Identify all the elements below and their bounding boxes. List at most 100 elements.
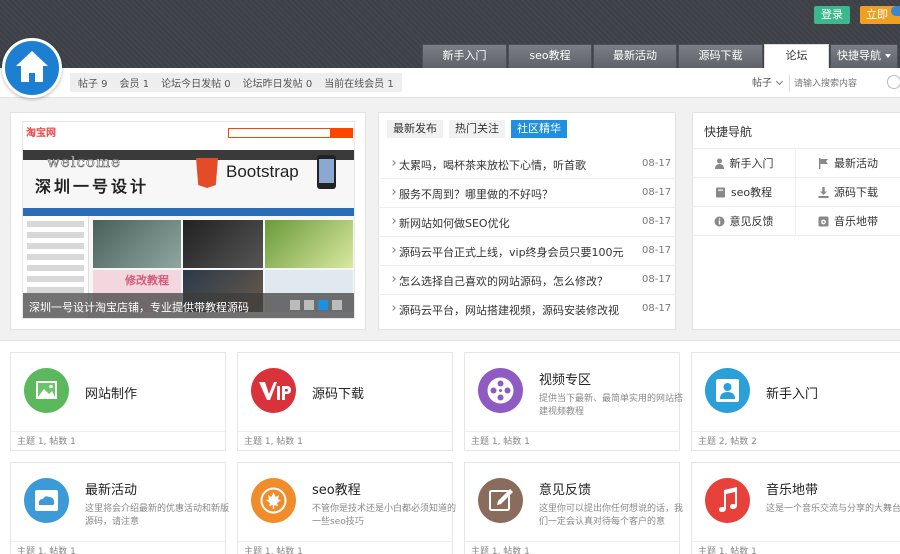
slide-title: 深圳一号设计	[35, 177, 150, 196]
slide-mock-header: 淘宝网	[23, 122, 354, 150]
news-title[interactable]: 太累吗，喝杯茶来放松下心情，听首歌	[399, 157, 624, 173]
news-item[interactable]: 源码云平台，网站搭建视频，源码安装修改视 08-17	[378, 295, 676, 324]
quicknav-label: 源码下载	[834, 186, 878, 199]
quicknav-download[interactable]: 源码下载	[796, 178, 900, 206]
search-button[interactable]	[887, 75, 900, 89]
forum-name[interactable]: 意见反馈	[539, 479, 591, 498]
quicknav-newbie[interactable]: 新手入门	[692, 149, 796, 177]
news-title[interactable]: 怎么选择自己喜欢的网站源码，怎么修改？	[399, 273, 624, 289]
forum-card-web[interactable]: 网站制作 主题 1, 帖数 1	[10, 352, 226, 451]
news-tabs: 最新发布 热门关注 社区精华	[387, 120, 573, 138]
news-title[interactable]: 源码云平台正式上线，vip终身会员只要100元	[399, 244, 624, 260]
image-slider[interactable]: 淘宝网 welcome 深圳一号设计 Bootstrap 修改教程 深圳一号设计…	[22, 121, 355, 319]
forum-stats: 主题 2, 帖数 2	[692, 431, 900, 451]
slide-bootstrap: Bootstrap	[226, 162, 299, 181]
news-date: 08-17	[642, 245, 672, 256]
home-logo[interactable]	[2, 38, 62, 98]
tab-hot[interactable]: 热门关注	[449, 120, 505, 138]
nav-tab-activity[interactable]: 最新活动	[593, 44, 677, 68]
slider-dot[interactable]	[290, 300, 300, 310]
nav-tab-label: 最新活动	[613, 49, 657, 62]
tab-latest[interactable]: 最新发布	[387, 120, 443, 138]
caret-down-icon	[885, 54, 891, 58]
slide-mock-nav	[23, 208, 354, 216]
info-icon	[714, 216, 724, 226]
search-input[interactable]	[794, 75, 894, 92]
forum-name[interactable]: 新手入门	[766, 383, 818, 402]
forum-card-video[interactable]: 视频专区 提供当下最新、最简单实用的网站搭建视频教程 主题 1, 帖数 1	[464, 352, 683, 451]
slide-badge: 修改教程	[125, 274, 169, 287]
leaf-icon	[251, 478, 296, 523]
quicknav-seo[interactable]: seo教程	[692, 178, 796, 206]
news-item[interactable]: 源码云平台正式上线，vip终身会员只要100元 08-17	[378, 237, 676, 266]
forum-desc: 这里你可以提出你任何想说的话，我们一定会认真对待每个客户的意	[539, 504, 684, 527]
user-icon	[714, 158, 724, 169]
slide-caption: 深圳一号设计淘宝店铺，专业提供带教程源码	[29, 301, 249, 314]
music-note-icon	[705, 478, 750, 523]
news-item[interactable]: 服务不周到？哪里做的不好吗？ 08-17	[378, 179, 676, 208]
register-badge	[891, 6, 900, 16]
forum-card-activity[interactable]: 最新活动 这里将会介绍最新的优惠活动和新版源码，请注意 主题 1, 帖数 1	[10, 462, 229, 554]
vip-icon	[251, 368, 296, 413]
news-title[interactable]: 源码云平台，网站搭建视频，源码安装修改视	[399, 302, 624, 318]
quicknav-music[interactable]: 音乐地带	[796, 207, 900, 235]
forum-card-feedback[interactable]: 意见反馈 这里你可以提出你任何想说的话，我们一定会认真对待每个客户的意 主题 1…	[464, 462, 683, 554]
forum-desc: 这是一个音乐交流与分享的大舞台	[766, 504, 900, 514]
quicknav-label: 音乐地带	[834, 215, 878, 228]
nav-tab-forum[interactable]: 论坛	[764, 44, 829, 68]
slide-welcome: welcome	[47, 153, 122, 172]
stat-members: 会员 1	[119, 79, 150, 90]
stats-bar: 帖子 9 会员 1 论坛今日发帖 0 论坛昨日发帖 0 当前在线会员 1 帖子	[0, 68, 900, 98]
film-icon	[478, 368, 523, 413]
quicknav-grid: 新手入门 最新活动 seo教程 源码下载 意见反馈 音乐地带	[692, 148, 900, 236]
forum-name[interactable]: 视频专区	[539, 369, 591, 388]
tab-featured[interactable]: 社区精华	[511, 120, 567, 138]
forum-stats: 主题 1, 帖数 1	[692, 541, 900, 554]
forum-stats: 帖子 9 会员 1 论坛今日发帖 0 论坛昨日发帖 0 当前在线会员 1	[70, 73, 402, 92]
news-title[interactable]: 服务不周到？哪里做的不好吗？	[399, 186, 624, 202]
quicknav-activity[interactable]: 最新活动	[796, 149, 900, 177]
slider-dot[interactable]	[304, 300, 314, 310]
nav-tab-quicknav[interactable]: 快捷导航	[830, 44, 898, 68]
main-nav: 新手入门 seo教程 最新活动 源码下载 论坛 快捷导航	[422, 44, 899, 68]
slide-mock-logo: 淘宝网	[26, 128, 56, 139]
news-date: 08-17	[642, 187, 672, 198]
chevron-right-icon	[390, 247, 396, 253]
forum-name[interactable]: 源码下载	[312, 383, 364, 402]
forum-name[interactable]: 网站制作	[85, 383, 137, 402]
news-title[interactable]: 新网站如何做SEO优化	[399, 215, 624, 231]
slider-dots	[290, 300, 346, 310]
slide-thumb	[265, 220, 353, 268]
forum-name[interactable]: 最新活动	[85, 479, 137, 498]
news-list: 太累吗，喝杯茶来放松下心情，听首歌 08-17 服务不周到？哪里做的不好吗？ 08-…	[378, 150, 676, 324]
html5-icon	[196, 158, 218, 188]
person-icon	[705, 368, 750, 413]
forum-card-newbie[interactable]: 新手入门 主题 2, 帖数 2	[691, 352, 900, 451]
picture-icon	[24, 368, 69, 413]
news-item[interactable]: 太累吗，喝杯茶来放松下心情，听首歌 08-17	[378, 150, 676, 179]
slider-dot-active[interactable]	[318, 300, 328, 310]
quicknav-label: 意见反馈	[729, 215, 774, 228]
forum-name[interactable]: seo教程	[312, 479, 361, 498]
quicknav-feedback[interactable]: 意见反馈	[692, 207, 796, 235]
nav-tab-seo[interactable]: seo教程	[508, 44, 592, 68]
login-button[interactable]: 登录	[814, 6, 850, 24]
forum-desc: 这里将会介绍最新的优惠活动和新版源码，请注意	[85, 504, 230, 527]
forum-name[interactable]: 音乐地带	[766, 479, 818, 498]
slider-dot[interactable]	[332, 300, 342, 310]
forum-card-seo[interactable]: seo教程 不管你是技术还是小白都必须知道的一些seo技巧 主题 1, 帖数 1	[237, 462, 456, 554]
nav-tab-label: seo教程	[529, 49, 571, 62]
news-date: 08-17	[642, 274, 672, 285]
nav-tab-download[interactable]: 源码下载	[678, 44, 763, 68]
slide-thumb	[93, 220, 181, 268]
quicknav-label: seo教程	[730, 186, 773, 199]
nav-tab-label: 源码下载	[698, 49, 743, 62]
forum-stats: 主题 1, 帖数 1	[11, 431, 225, 451]
search-type-select[interactable]: 帖子	[746, 75, 790, 92]
news-item[interactable]: 新网站如何做SEO优化 08-17	[378, 208, 676, 237]
nav-tab-newbie[interactable]: 新手入门	[422, 44, 507, 68]
forum-card-source[interactable]: 源码下载 主题 1, 帖数 1	[237, 352, 453, 451]
forum-card-music[interactable]: 音乐地带 这是一个音乐交流与分享的大舞台 主题 1, 帖数 1	[691, 462, 900, 554]
forum-stats: 主题 1, 帖数 1	[11, 541, 225, 554]
news-item[interactable]: 怎么选择自己喜欢的网站源码，怎么修改？ 08-17	[378, 266, 676, 295]
